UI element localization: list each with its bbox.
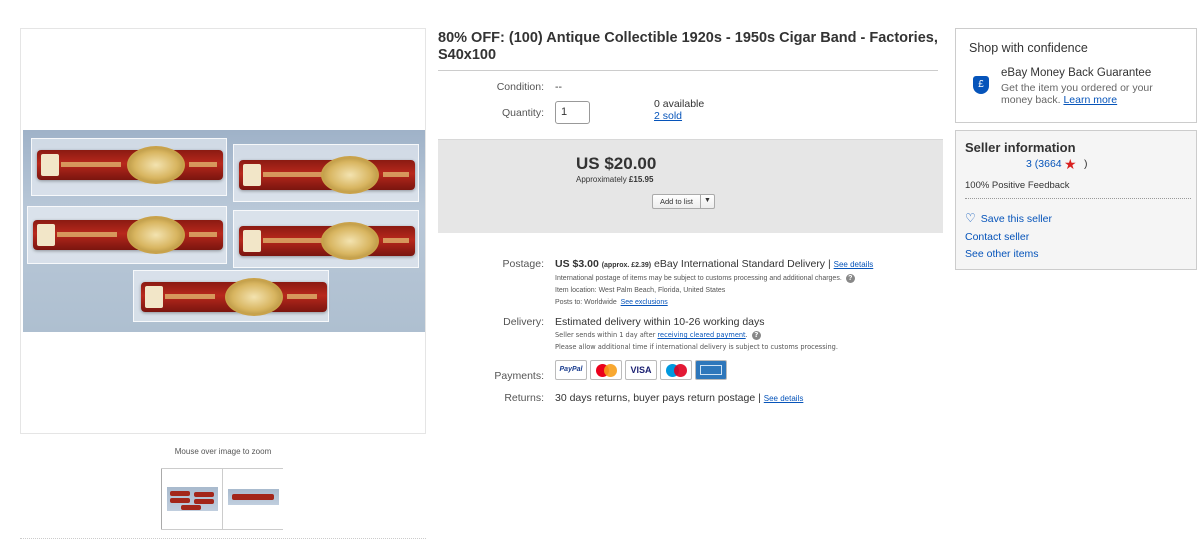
cleared-payment-link[interactable]: receiving cleared payment	[657, 331, 745, 339]
feedback-score: (3664	[1034, 158, 1062, 170]
returns-label: Returns:	[504, 392, 544, 404]
delivery-details: Estimated delivery within 10-26 working …	[555, 316, 945, 353]
cigar-band-image	[33, 216, 223, 254]
postage-approx: (approx. £2.39)	[601, 262, 652, 269]
sold-count-link[interactable]: 2 sold	[654, 110, 704, 122]
save-seller-label: Save this seller	[980, 213, 1052, 225]
thumbnail-2[interactable]	[222, 469, 283, 529]
help-icon[interactable]: ?	[845, 273, 855, 283]
approx-price: Approximately £15.95	[576, 175, 653, 184]
quantity-input[interactable]: 1	[555, 101, 590, 124]
customs-allow-note: Please allow additional time if internat…	[555, 343, 838, 351]
cigar-band-image	[141, 278, 327, 316]
main-product-photo[interactable]	[23, 130, 425, 332]
heart-icon: ♡	[965, 211, 976, 225]
seller-name-fragment: 3	[1026, 158, 1032, 170]
save-seller-button[interactable]: ♡ Save this seller	[965, 211, 1052, 225]
paypal-icon: PayPal	[555, 360, 587, 380]
returns-details: 30 days returns, buyer pays return posta…	[555, 392, 803, 404]
postage-details: US $3.00 (approx. £2.39) eBay Internatio…	[555, 258, 945, 309]
thumbnail-strip	[161, 468, 283, 530]
thumbnail-image	[228, 489, 279, 505]
price-panel: US $20.00 Approximately £15.95 Add to li…	[438, 139, 943, 233]
payment-methods: PayPal VISA	[555, 360, 727, 380]
amex-icon	[695, 360, 727, 380]
visa-icon: VISA	[625, 360, 657, 380]
main-image-frame[interactable]	[20, 28, 426, 434]
mastercard-icon	[590, 360, 622, 380]
divider	[965, 198, 1191, 199]
postage-amount: US $3.00	[555, 258, 599, 270]
cigar-band-image	[239, 222, 415, 260]
available-count: 0 available	[654, 98, 705, 110]
item-title: 80% OFF: (100) Antique Collectible 1920s…	[438, 30, 938, 63]
maestro-icon	[660, 360, 692, 380]
returns-text: 30 days returns, buyer pays return posta…	[555, 392, 761, 404]
feedback-star-icon: ★	[1064, 156, 1077, 172]
postage-label: Postage:	[502, 258, 544, 270]
seller-sends: Seller sends within 1 day after	[555, 331, 656, 339]
condition-value: --	[555, 81, 562, 93]
approx-value: £15.95	[628, 175, 654, 184]
postage-see-details-link[interactable]: See details	[834, 260, 874, 269]
delivery-label: Delivery:	[503, 316, 544, 328]
thumbnail-image	[167, 487, 218, 511]
contact-seller-link[interactable]: Contact seller	[965, 231, 1029, 243]
guarantee-title: eBay Money Back Guarantee	[1001, 67, 1152, 79]
shield-icon: £	[973, 76, 989, 94]
availability: 0 available 2 sold	[654, 98, 704, 122]
confidence-title: Shop with confidence	[969, 41, 1088, 55]
add-to-list-button[interactable]: Add to list ▼	[652, 194, 715, 209]
learn-more-link[interactable]: Learn more	[1063, 94, 1117, 106]
thumbnail-1[interactable]	[161, 469, 222, 529]
quantity-label: Quantity:	[501, 107, 544, 119]
customs-note: International postage of items may be su…	[555, 275, 842, 282]
shop-with-confidence-panel: Shop with confidence £ eBay Money Back G…	[955, 28, 1197, 123]
see-exclusions-link[interactable]: See exclusions	[621, 299, 668, 306]
posts-to: Posts to: Worldwide	[555, 299, 617, 306]
item-price: US $20.00	[576, 154, 657, 173]
condition-label: Condition:	[496, 81, 544, 93]
payments-label: Payments:	[494, 370, 544, 382]
see-other-items-link[interactable]: See other items	[965, 248, 1039, 260]
seller-title: Seller information	[965, 140, 1076, 155]
item-location: Item location: West Palm Beach, Florida,…	[555, 287, 726, 294]
positive-feedback: 100% Positive Feedback	[965, 180, 1070, 191]
postage-service: eBay International Standard Delivery |	[654, 258, 831, 270]
feedback-score-close: )	[1084, 158, 1088, 170]
guarantee-description: Get the item you ordered or your money b…	[1001, 82, 1181, 106]
delivery-estimate: Estimated delivery within 10-26 working …	[555, 316, 765, 328]
dropdown-arrow-icon[interactable]: ▼	[701, 195, 714, 208]
returns-see-details-link[interactable]: See details	[764, 394, 804, 403]
help-icon[interactable]: ?	[751, 330, 761, 340]
add-to-list-label: Add to list	[653, 195, 701, 208]
cigar-band-image	[239, 156, 415, 194]
zoom-hint: Mouse over image to zoom	[174, 447, 272, 456]
divider	[438, 70, 938, 71]
seller-information-panel: Seller information 3 (3664 ★ ) 100% Posi…	[955, 130, 1197, 270]
approx-prefix: Approximately	[576, 175, 627, 184]
cigar-band-image	[37, 146, 223, 184]
divider	[20, 538, 426, 539]
seller-name-link[interactable]: 3 (3664	[1026, 158, 1062, 170]
